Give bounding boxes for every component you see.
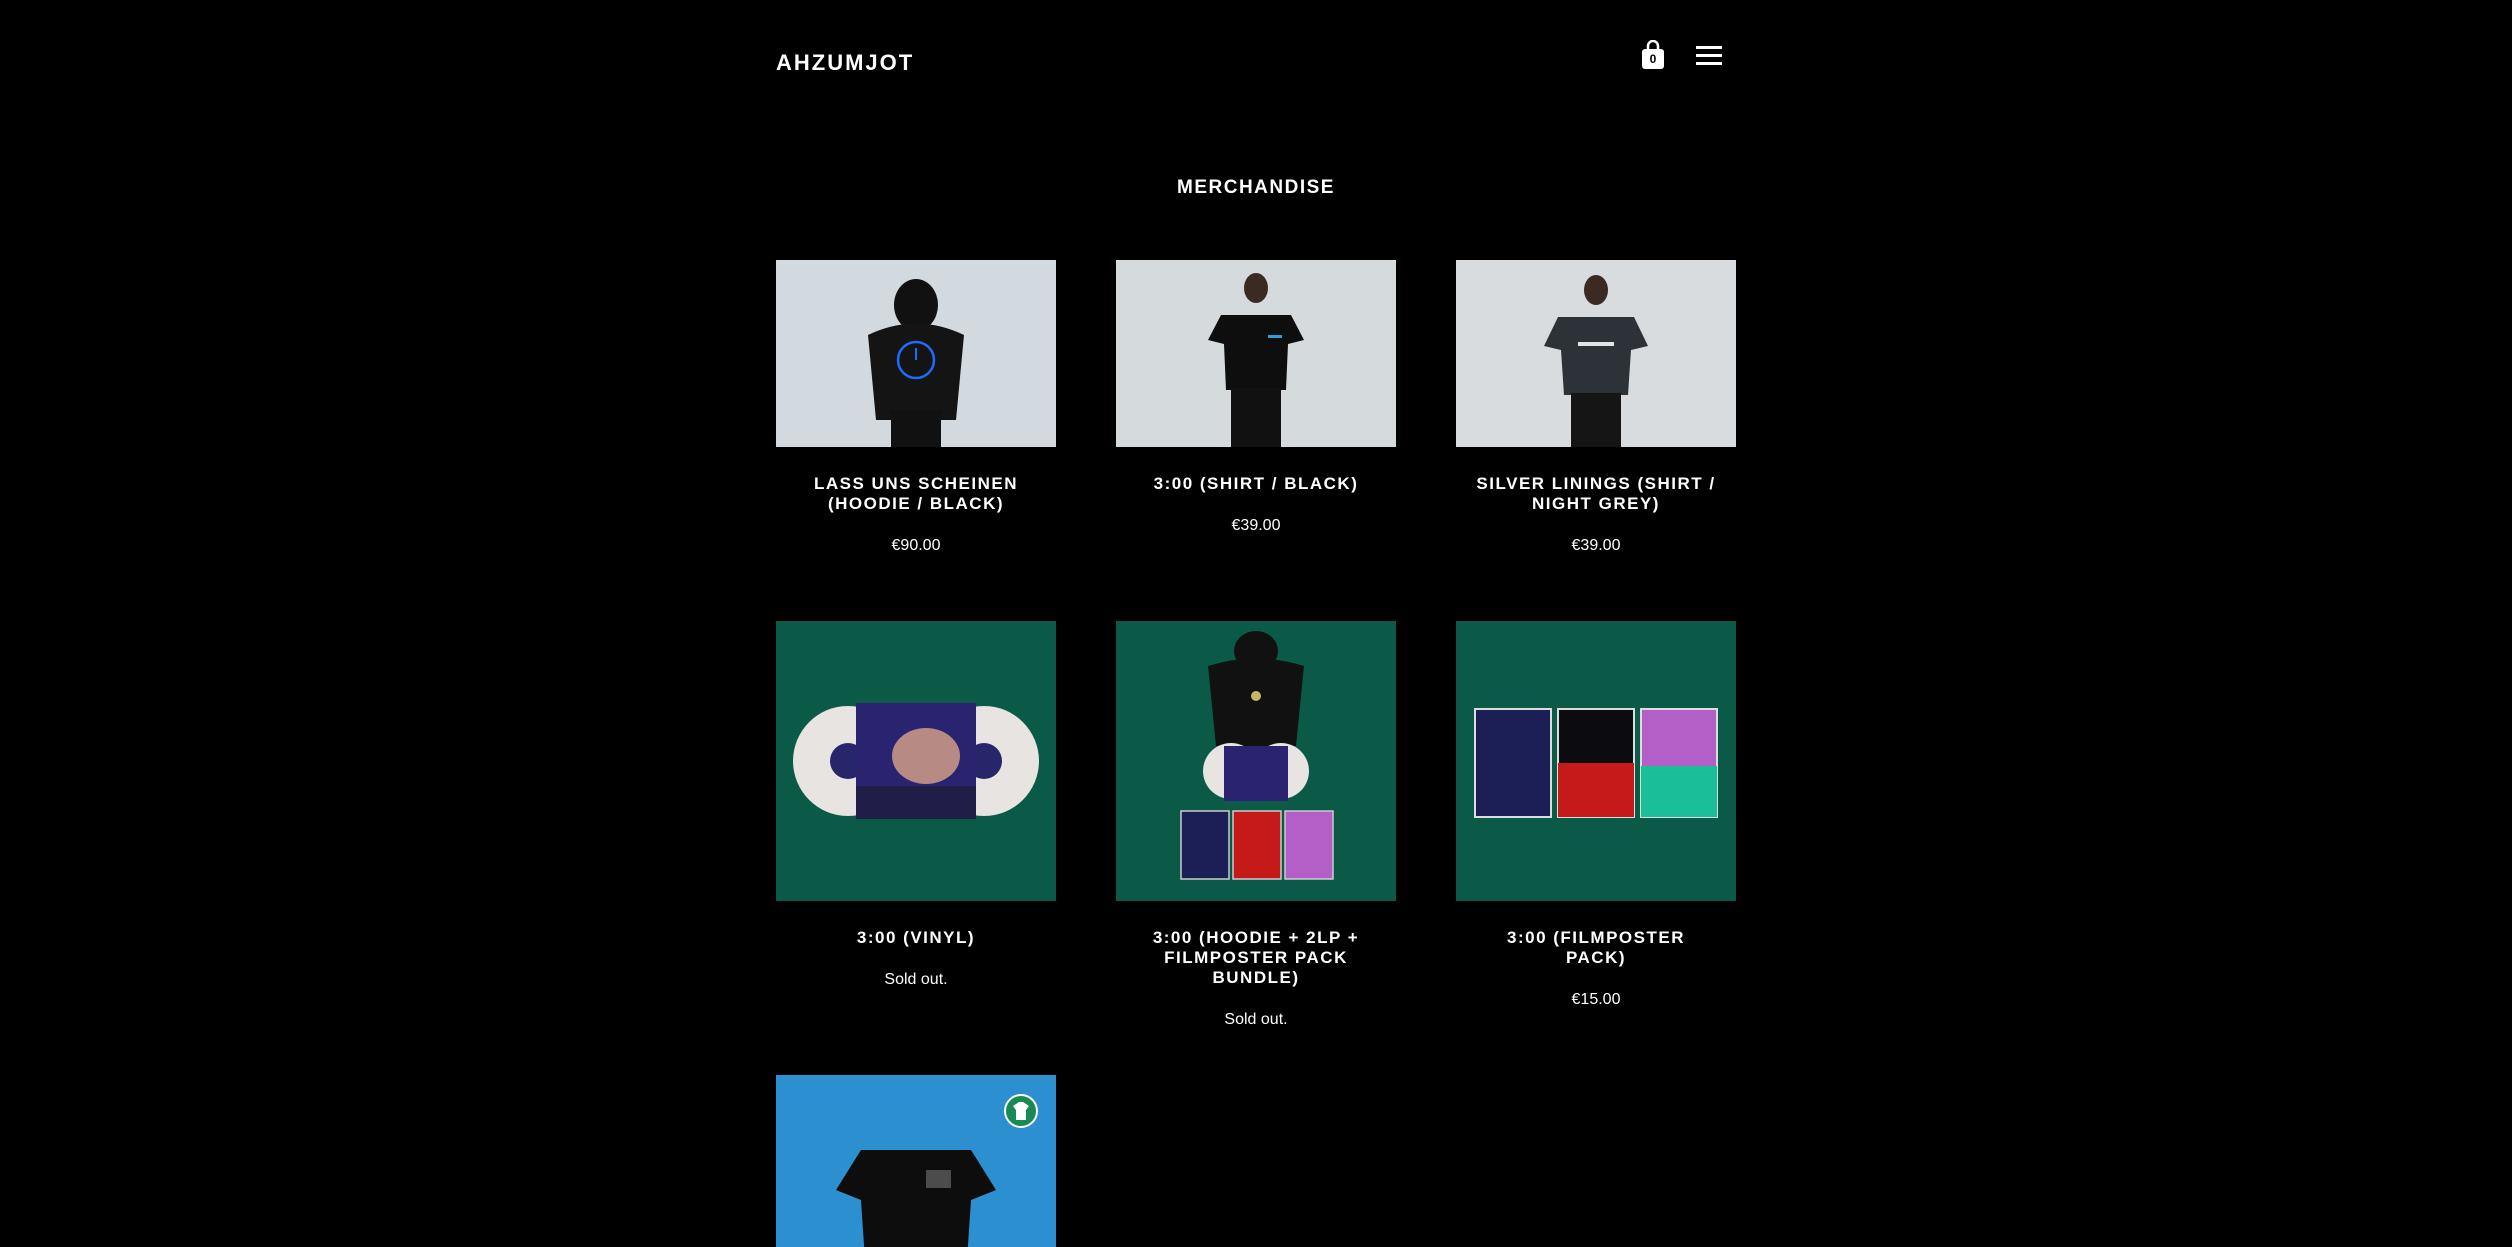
bundle-photo bbox=[1116, 621, 1396, 901]
product-card[interactable]: 3:00 (FILMPOSTER PACK) €15.00 bbox=[1456, 621, 1736, 1009]
shirt-sky-photo bbox=[776, 1075, 1056, 1247]
product-card[interactable]: LASS UNS SCHEINEN (HOODIE / BLACK) €90.0… bbox=[776, 260, 1056, 555]
product-price: Sold out. bbox=[1224, 1011, 1288, 1028]
logo[interactable]: AHZUMJOT bbox=[776, 50, 914, 76]
site-header: AHZUMJOT 0 bbox=[776, 40, 1736, 80]
filmposter-pack-photo bbox=[1456, 621, 1736, 901]
hoodie-photo bbox=[776, 260, 1056, 447]
product-image bbox=[1456, 621, 1736, 901]
product-card[interactable]: 3:00 (HOODIE + 2LP + FILMPOSTER PACK BUN… bbox=[1116, 621, 1396, 1029]
product-image bbox=[776, 1075, 1056, 1247]
product-image bbox=[1116, 260, 1396, 447]
product-price: €90.00 bbox=[891, 537, 941, 554]
shirt-black-photo bbox=[1116, 260, 1396, 447]
product-image bbox=[1116, 621, 1396, 901]
product-title: 3:00 (VINYL) bbox=[856, 928, 976, 947]
product-price: €15.00 bbox=[1571, 991, 1621, 1008]
product-card[interactable]: 3:00 (SHIRT / BLACK) €39.00 bbox=[1116, 260, 1396, 535]
product-image bbox=[776, 260, 1056, 447]
shirt-grey-photo bbox=[1456, 260, 1736, 447]
hamburger-icon-line bbox=[1696, 54, 1722, 57]
page: AHZUMJOT 0 MERCHANDISE LASS UNS SCHEINEN… bbox=[0, 0, 2512, 1247]
product-image bbox=[1456, 260, 1736, 447]
hamburger-icon-line bbox=[1696, 46, 1722, 49]
cart-button[interactable]: 0 bbox=[1640, 40, 1666, 70]
product-price: €39.00 bbox=[1571, 537, 1621, 554]
product-title: 3:00 (FILMPOSTER PACK) bbox=[1507, 928, 1685, 967]
page-title: MERCHANDISE bbox=[1177, 177, 1335, 198]
product-title: 3:00 (HOODIE + 2LP + FILMPOSTER PACK BUN… bbox=[1152, 928, 1360, 987]
cart-count: 0 bbox=[1649, 52, 1657, 66]
product-price: Sold out. bbox=[884, 971, 948, 988]
product-price: €39.00 bbox=[1231, 517, 1281, 534]
vinyl-photo bbox=[776, 621, 1056, 901]
product-card[interactable]: 3:00 (VINYL) Sold out. bbox=[776, 621, 1056, 989]
product-title: 3:00 (SHIRT / BLACK) bbox=[1153, 474, 1359, 493]
hamburger-icon-line bbox=[1696, 62, 1722, 65]
product-card[interactable]: SILVER LININGS (SHIRT / NIGHT GREY) €39.… bbox=[1456, 260, 1736, 555]
menu-button[interactable] bbox=[1696, 46, 1722, 66]
product-title: LASS UNS SCHEINEN (HOODIE / BLACK) bbox=[813, 474, 1019, 513]
product-card[interactable] bbox=[776, 1075, 1056, 1247]
product-image bbox=[776, 621, 1056, 901]
product-title: SILVER LININGS (SHIRT / NIGHT GREY) bbox=[1476, 474, 1716, 513]
